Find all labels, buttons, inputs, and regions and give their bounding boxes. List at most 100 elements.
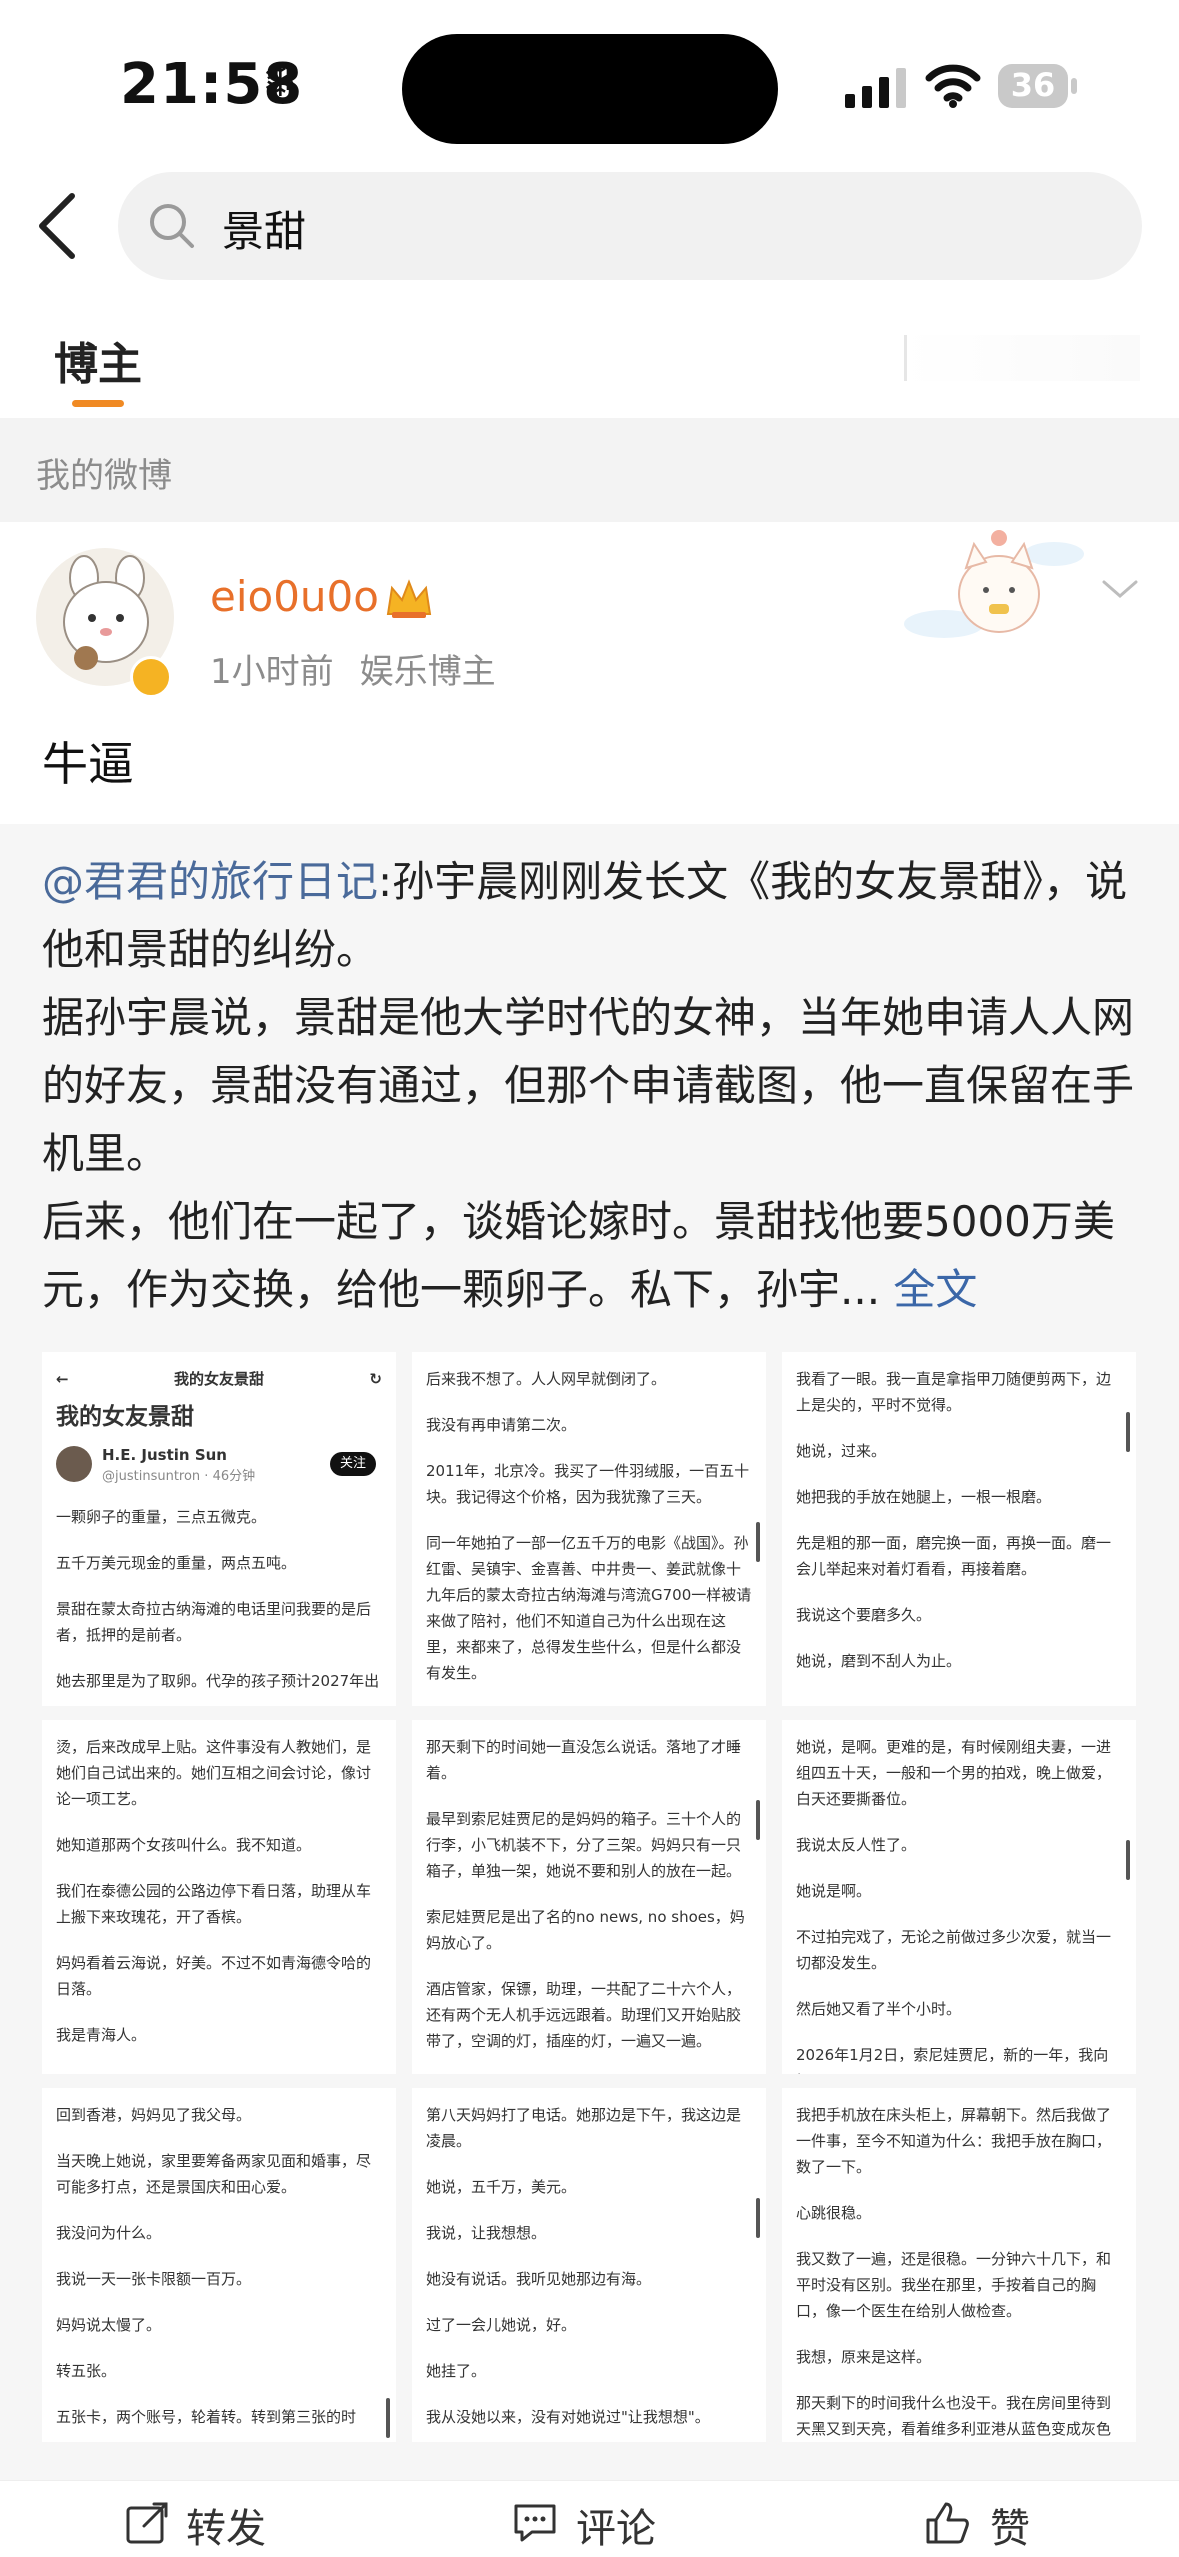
scrollbar-thumb [1126, 1412, 1130, 1452]
image-text-content: 我看了一眼。我一直是拿指甲刀随便剪两下，边上是尖的，平时不觉得。 她说，过来。 她把… [782, 1352, 1136, 1706]
image-paragraph: 一颗卵子的重量，三点五微克。 [56, 1508, 267, 1526]
image-thumbnail[interactable]: 回到香港，妈妈见了我父母。当天晚上她说，家里要筹备两家见面和婚事，尽可能多打点，… [42, 2088, 396, 2442]
like-icon[interactable] [924, 2500, 970, 2546]
image-thumbnail[interactable]: 后来我不想了。人人网早就倒闭了。 我没有再申请第二次。 2011年，北京冷。我买了一… [412, 1352, 766, 1706]
tab-fade-overlay [900, 335, 1140, 381]
image-paragraph: 她说，五千万，美元。 [426, 2178, 577, 2196]
dynamic-island [402, 34, 778, 144]
comment-icon[interactable] [512, 2500, 558, 2546]
repost-button[interactable]: 转发 [186, 2496, 266, 2554]
image-paragraph: 第八天妈妈打了电话。她那边是下午，我这边是凌晨。 [426, 2106, 742, 2150]
full-text-link[interactable]: 全文 [893, 1265, 977, 1314]
image-paragraph: 后来我不想了。人人网早就倒闭了。 [426, 1370, 667, 1388]
scrollbar-thumb [756, 1800, 760, 1840]
image-text-content: 第八天妈妈打了电话。她那边是下午，我这边是凌晨。 她说，五千万，美元。 我说，让我想… [412, 2088, 766, 2442]
back-button[interactable] [30, 190, 90, 262]
image-paragraph: 她说是啊。 [796, 1882, 872, 1900]
image-paragraph: 她说，磨到不刮人为止。 [796, 1652, 962, 1670]
image-paragraph: 2011年，北京冷。我买了一件羽绒服，一百五十块。我记得这个价格，因为我犹豫了三… [426, 1462, 750, 1506]
image-paragraph: 我又数了一遍，还是很稳。一分钟六十几下，和平时没有区别。我坐在那里，手按着自己的… [796, 2250, 1112, 2320]
scrollbar-thumb [756, 2198, 760, 2238]
image-paragraph: 那天剩下的时间她一直没怎么说话。落地了才睡着。 [426, 1738, 742, 1782]
image-thumbnail[interactable]: 她说，是啊。更难的是，有时候刚组夫妻，一进组四五十天，一般和一个男的拍戏，晚上做… [782, 1720, 1136, 2074]
image-text-content: 回到香港，妈妈见了我父母。当天晚上她说，家里要筹备两家见面和婚事，尽可能多打点，… [42, 2088, 396, 2442]
image-paragraph: 五张卡，两个账号，轮着转。转到第三张的时 [56, 2408, 357, 2426]
repost-text[interactable]: @君君的旅行日记:孙宇晨刚刚发长文《我的女友景甜》，说他和景甜的纠纷。 据孙宇晨说… [42, 848, 1138, 1324]
image-paragraph: 景甜在蒙太奇拉古纳海滩的电话里问我要的是后者，抵押的是前者。 [56, 1600, 372, 1644]
repost-icon[interactable] [124, 2500, 170, 2546]
verified-badge-icon [130, 656, 172, 698]
image-paragraph: 烫，后来改成早上贴。这件事没有人教她们，是她们自己试出来的。她们互相之间会讨论，… [56, 1738, 372, 1808]
follow-button: 关注 [329, 1452, 376, 1476]
image-paragraph: 我说太反人性了。 [796, 1836, 917, 1854]
image-paragraph: 五千万美元现金的重量，两点五吨。 [56, 1554, 297, 1572]
like-button[interactable]: 赞 [990, 2496, 1030, 2554]
image-paragraph: 转五张。 [56, 2362, 117, 2380]
search-query[interactable]: 景甜 [222, 198, 306, 259]
image-paragraph: 同一年她拍了一部一亿五千万的电影《战国》。孙红雷、吴镇宇、金喜善、中井贵一、姜武… [426, 1534, 752, 1682]
image-thumbnail[interactable]: 我看了一眼。我一直是拿指甲刀随便剪两下，边上是尖的，平时不觉得。 她说，过来。 她把… [782, 1352, 1136, 1706]
image-paragraph: 索尼娃贾尼是出了名的no news, no shoes，妈妈放心了。 [426, 1908, 745, 1952]
image-text-content: 那天剩下的时间她一直没怎么说话。落地了才睡着。最早到索尼娃贾尼的是妈妈的箱子。三… [412, 1720, 766, 2074]
image-thumbnail[interactable]: ← 我的女友景甜 ↻ 我的女友景甜 H.E. Justin Sun @justinsunt… [42, 1352, 396, 1706]
image-paragraph: 心跳很稳。 [796, 2204, 872, 2222]
image-paragraph: 我是青海人。 [56, 2026, 147, 2044]
image-paragraph: 先是粗的那一面，磨完换一面，再换一面。磨一会儿举起来对着灯看看，再接着磨。 [796, 1534, 1112, 1578]
cat-sticker-icon [904, 530, 1084, 638]
image-paragraph: 我从没她以来，没有对她说过"让我想想"。 [426, 2408, 710, 2426]
comment-button[interactable]: 评论 [576, 2496, 656, 2554]
crown-icon [386, 579, 432, 618]
author-row: H.E. Justin Sun @justinsuntron · 46分钟 关注 [56, 1442, 382, 1490]
refresh-icon: ↻ [369, 1370, 382, 1388]
author-avatar [56, 1446, 92, 1482]
scrollbar-thumb [386, 2398, 390, 2438]
section-header [0, 418, 1179, 522]
image-paragraph: 我说一天一张卡限额一百万。 [56, 2270, 252, 2288]
image-paragraph: 当天晚上她说，家里要筹备两家见面和婚事，尽可能多打点，还是景国庆和田心爱。 [56, 2152, 372, 2196]
image-paragraph: 她把我的手放在她腿上，一根一根磨。 [796, 1488, 1052, 1506]
image-paragraph: 我想，原来是这样。 [796, 2348, 932, 2366]
tab-blogger[interactable]: 博主 [54, 328, 142, 392]
chevron-down-icon[interactable] [1098, 574, 1142, 604]
search-icon [150, 204, 194, 248]
image-paragraph: 她去那里是为了取卵。代孕的孩子预计2027年出 [56, 1672, 380, 1690]
image-thumbnail[interactable]: 第八天妈妈打了电话。她那边是下午，我这边是凌晨。 她说，五千万，美元。 我说，让我想… [412, 2088, 766, 2442]
active-tab-indicator [72, 400, 124, 407]
image-text-content: 她说，是啊。更难的是，有时候刚组夫妻，一进组四五十天，一般和一个男的拍戏，晚上做… [782, 1720, 1136, 2074]
image-text-content: 后来我不想了。人人网早就倒闭了。 我没有再申请第二次。 2011年，北京冷。我买了一… [412, 1352, 766, 1706]
cellular-signal-icon [845, 68, 906, 108]
image-thumbnail[interactable]: 烫，后来改成早上贴。这件事没有人教她们，是她们自己试出来的。她们互相之间会讨论，… [42, 1720, 396, 2074]
image-paragraph: 她挂了。 [426, 2362, 487, 2380]
image-paragraph: 我没问为什么。 [56, 2224, 162, 2242]
image-text-content: 烫，后来改成早上贴。这件事没有人教她们，是她们自己试出来的。她们互相之间会讨论，… [42, 1720, 396, 2074]
image-paragraph: 她说，是啊。更难的是，有时候刚组夫妻，一进组四五十天，一般和一个男的拍戏，晚上做… [796, 1738, 1112, 1808]
repost-mention[interactable]: @君君的旅行日记 [42, 857, 378, 906]
author-handle: @justinsuntron · 46分钟 [102, 1469, 256, 1484]
image-paragraph: 过了一会儿她说，好。 [426, 2316, 577, 2334]
image-paragraph: 最早到索尼娃贾尼的是妈妈的箱子。三十个人的行李，小飞机装不下，分了三架。妈妈只有… [426, 1810, 742, 1880]
image-paragraph: 不过拍完戏了，无论之前做过多少次爱，就当一切都没发生。 [796, 1928, 1112, 1972]
image-paragraph: 我没有再申请第二次。 [426, 1416, 577, 1434]
image-paragraph: 那天剩下的时间我什么也没干。我在房间里待到天黑又到天亮，看着维多利亚港从蓝色变成… [796, 2394, 1112, 2438]
snowflake-icon: ❄ [262, 56, 299, 107]
status-bar: 21:58 ❄ 36 [0, 0, 1179, 170]
post-meta: 1小时前 娱乐博主 [210, 644, 496, 693]
image-paragraph: 我看了一眼。我一直是拿指甲刀随便剪两下，边上是尖的，平时不觉得。 [796, 1370, 1112, 1414]
image-paragraph: 我把手机放在床头柜上，屏幕朝下。然后我做了一件事，至今不知道为什么：我把手放在胸… [796, 2106, 1112, 2176]
image-paragraph: 回到香港，妈妈见了我父母。 [56, 2106, 252, 2124]
image-thumbnail[interactable]: 那天剩下的时间她一直没怎么说话。落地了才睡着。最早到索尼娃贾尼的是妈妈的箱子。三… [412, 1720, 766, 2074]
screenshot-appbar: ← 我的女友景甜 ↻ [56, 1366, 382, 1396]
image-paragraph: 酒店管家，保镖，助理，一共配了二十六个人，还有两个无人机手远远跟着。助理们又开始… [426, 1980, 742, 2050]
image-text-content: 我把手机放在床头柜上，屏幕朝下。然后我做了一件事，至今不知道为什么：我把手放在胸… [782, 2088, 1136, 2442]
image-paragraph: 妈妈看着云海说，好美。不过不如青海德令哈的日落。 [56, 1954, 372, 1998]
post-text: 牛逼 [42, 737, 134, 791]
post-tag: 娱乐博主 [359, 652, 496, 692]
image-thumbnail[interactable]: 我把手机放在床头柜上，屏幕朝下。然后我做了一件事，至今不知道为什么：我把手放在胸… [782, 2088, 1136, 2442]
image-paragraph: 2026年1月2日，索尼娃贾尼，新的一年，我向妈 [796, 2046, 1109, 2074]
image-paragraph: 我说这个要磨多久。 [796, 1606, 932, 1624]
article-title: 我的女友景甜 [56, 1404, 194, 1430]
image-paragraph: 然后她又看了半个小时。 [796, 2000, 962, 2018]
image-paragraph: 她没有说话。我听见她那边有海。 [426, 2270, 652, 2288]
post-time: 1小时前 [210, 652, 334, 692]
post-username[interactable]: eio0u0o [210, 572, 379, 621]
